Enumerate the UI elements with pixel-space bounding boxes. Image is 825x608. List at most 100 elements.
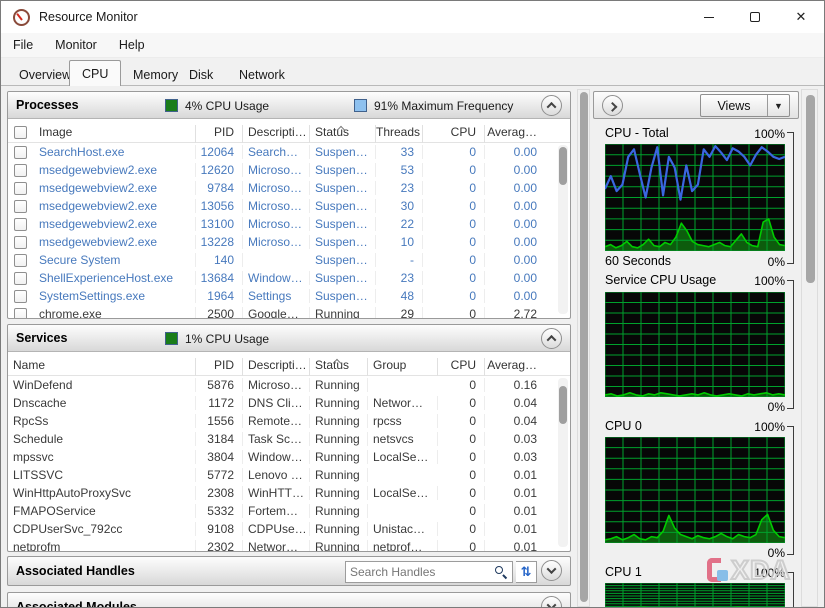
resource-monitor-icon (13, 8, 30, 26)
process-row[interactable]: SystemSettings.exe 1964 Settings Suspen… 48 0… (8, 287, 570, 305)
menu-help[interactable]: Help (109, 35, 155, 55)
row-checkbox[interactable] (14, 307, 27, 318)
process-row[interactable]: msedgewebview2.exe 13228 Microso… Suspen… 10… (8, 233, 570, 251)
column-header-pid[interactable]: PID (196, 125, 243, 143)
processes-column-headers: Image PID Descripti… Status Threads CPU … (8, 119, 570, 143)
chevron-down-icon (546, 600, 557, 607)
maximize-button[interactable] (732, 1, 778, 33)
service-cpu-title: Service CPU Usage (605, 273, 717, 287)
row-checkbox[interactable] (14, 217, 27, 231)
process-row[interactable]: msedgewebview2.exe 9784 Microso… Suspen… 23 0… (8, 179, 570, 197)
column-header-average-cpu[interactable]: Averag… (485, 358, 545, 376)
process-row[interactable]: chrome.exe 2500 Google… Running 29 0 2.72 (8, 305, 570, 318)
service-row[interactable]: FMAPOService 5332 Fortem… Running 0 0.01 (8, 502, 570, 520)
column-header-status[interactable]: Status (310, 358, 368, 376)
graphs-pane-scrollbar-thumb[interactable] (806, 95, 815, 283)
row-checkbox[interactable] (14, 253, 27, 267)
search-handles-box (345, 561, 513, 583)
row-checkbox[interactable] (14, 163, 27, 177)
service-row[interactable]: mpssvc 3804 Window… Running LocalSe… 0 0.03 (8, 448, 570, 466)
process-row[interactable]: msedgewebview2.exe 12620 Microso… Suspen… 53… (8, 161, 570, 179)
cpu-usage-legend: 4% CPU Usage (185, 99, 270, 113)
cpu-total-max-label: 100% (754, 127, 785, 141)
tab-disk[interactable]: Disk (177, 63, 225, 86)
row-checkbox[interactable] (14, 199, 27, 213)
service-row[interactable]: CDPUserSvc_792cc 9108 CDPUse… Running Unista… (8, 520, 570, 538)
select-all-checkbox-cell (8, 126, 34, 143)
services-header[interactable]: Services 1% CPU Usage (8, 325, 570, 352)
select-all-checkbox[interactable] (14, 126, 27, 139)
service-row[interactable]: WinDefend 5876 Microso… Running 0 0.16 (8, 376, 570, 394)
column-header-pid[interactable]: PID (196, 358, 243, 376)
window-controls: ✕ (686, 1, 824, 33)
scale-bracket (787, 426, 794, 555)
left-pane-scrollbar-thumb[interactable] (580, 92, 588, 602)
column-header-image[interactable]: Image (34, 125, 196, 143)
expand-pane-button[interactable] (602, 95, 623, 116)
associated-modules-bar[interactable]: Associated Modules (7, 592, 571, 608)
cpu0-max-label: 100% (754, 420, 785, 434)
service-row[interactable]: RpcSs 1556 Remote… Running rpcss 0 0.04 (8, 412, 570, 430)
processes-collapse-button[interactable] (541, 95, 562, 116)
services-scrollbar[interactable] (558, 378, 568, 547)
service-row[interactable]: LITSSVC 5772 Lenovo … Running 0 0.01 (8, 466, 570, 484)
search-icon[interactable] (493, 564, 509, 580)
service-row[interactable]: Schedule 3184 Task Sc… Running netsvcs 0 0.03 (8, 430, 570, 448)
column-header-cpu[interactable]: CPU (423, 125, 485, 143)
process-row[interactable]: msedgewebview2.exe 13100 Microso… Suspen… 22… (8, 215, 570, 233)
column-header-cpu[interactable]: CPU (438, 358, 485, 376)
max-frequency-legend: 91% Maximum Frequency (374, 99, 514, 113)
tabbar: Overview CPU Memory Disk Network (1, 58, 824, 86)
row-checkbox[interactable] (14, 235, 27, 249)
menu-monitor[interactable]: Monitor (45, 35, 107, 55)
chevron-up-icon (546, 101, 557, 112)
processes-scrollbar-thumb[interactable] (559, 147, 567, 185)
service-row[interactable]: Dnscache 1172 DNS Cli… Running Networ… 0 0.04 (8, 394, 570, 412)
scale-bracket (787, 280, 794, 409)
column-header-average-cpu[interactable]: Averag… (485, 125, 545, 143)
associated-handles-bar[interactable]: Associated Handles ⇅ (7, 556, 571, 586)
services-scrollbar-thumb[interactable] (559, 386, 567, 424)
column-header-status[interactable]: Status (310, 125, 376, 143)
associated-modules-title: Associated Modules (16, 600, 137, 608)
process-row[interactable]: ShellExperienceHost.exe 13684 Window… Suspe… (8, 269, 570, 287)
resource-monitor-window: Resource Monitor ✕ File Monitor Help Ove… (0, 0, 825, 608)
services-column-headers: Name PID Descripti… Status Group CPU Ave… (8, 352, 570, 376)
service-row[interactable]: netprofm 2302 Networ… Running netprof… 0 0.01 (8, 538, 570, 551)
menu-file[interactable]: File (3, 35, 43, 55)
service-row[interactable]: WinHttpAutoProxySvc 2308 WinHTT… Running Loc… (8, 484, 570, 502)
services-title: Services (16, 331, 68, 345)
tab-network[interactable]: Network (227, 63, 297, 86)
process-row[interactable]: SearchHost.exe 12064 Search… Suspen… 33 0 0.00 (8, 143, 570, 161)
modules-expand-button[interactable] (541, 596, 562, 607)
row-checkbox[interactable] (14, 271, 27, 285)
graphs-pane-scrollbar[interactable] (801, 89, 818, 607)
tab-cpu[interactable]: CPU (69, 60, 122, 86)
xda-watermark: XDA (707, 549, 799, 591)
minimize-button[interactable] (686, 1, 732, 33)
row-checkbox[interactable] (14, 181, 27, 195)
minimize-icon (704, 16, 714, 18)
left-pane-scrollbar[interactable] (577, 89, 590, 607)
processes-scrollbar[interactable] (558, 145, 568, 314)
cpu-total-graph (605, 144, 785, 251)
views-button[interactable]: Views ▼ (700, 94, 790, 117)
search-handles-input[interactable] (346, 565, 493, 579)
handles-expand-button[interactable] (541, 560, 562, 581)
processes-header[interactable]: Processes 4% CPU Usage 91% Maximum Frequ… (8, 92, 570, 119)
row-checkbox[interactable] (14, 145, 27, 159)
column-header-name[interactable]: Name (8, 358, 196, 376)
process-row[interactable]: msedgewebview2.exe 13056 Microso… Suspen… 30… (8, 197, 570, 215)
processes-table-body: SearchHost.exe 12064 Search… Suspen… 33 0 0.00… (8, 143, 570, 318)
column-header-description[interactable]: Descripti… (243, 125, 310, 143)
max-frequency-swatch (354, 99, 367, 112)
refresh-arrows-icon[interactable]: ⇅ (516, 561, 537, 583)
services-collapse-button[interactable] (541, 328, 562, 349)
column-header-group[interactable]: Group (368, 358, 438, 376)
column-header-description[interactable]: Descripti… (243, 358, 310, 376)
close-button[interactable]: ✕ (778, 1, 824, 33)
process-row[interactable]: Secure System 140 Suspen… -0 0.00 (8, 251, 570, 269)
row-checkbox[interactable] (14, 289, 27, 303)
dropdown-arrow-icon[interactable]: ▼ (767, 95, 789, 116)
column-header-threads[interactable]: Threads (376, 125, 423, 143)
